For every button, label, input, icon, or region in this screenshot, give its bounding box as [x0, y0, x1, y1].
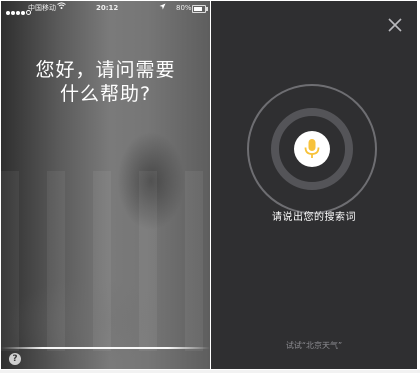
- voice-hint-text: 试试“北京天气”: [285, 341, 343, 350]
- carrier-name: 中国移动: [28, 4, 56, 12]
- location-arrow-icon: [159, 1, 166, 16]
- microphone-button[interactable]: [294, 131, 330, 167]
- voice-prompt-text: 请说出您的搜索词: [272, 212, 356, 223]
- greeting-line-1: 您好，请问需要: [35, 59, 176, 81]
- blurred-home-background: [1, 171, 210, 351]
- battery-icon: [192, 5, 208, 13]
- microphone-icon: [304, 139, 320, 158]
- listening-waveform: [1, 347, 210, 349]
- status-bar: 中国移动 20:12 80%: [1, 1, 210, 16]
- siri-greeting: 您好，请问需要 什么帮助?: [1, 58, 210, 106]
- greeting-line-2: 什么帮助?: [59, 83, 152, 105]
- close-icon[interactable]: [388, 17, 402, 32]
- wifi-icon: [57, 1, 66, 16]
- clock-time: 20:12: [96, 4, 119, 12]
- help-button[interactable]: ?: [9, 353, 21, 365]
- siri-screen: 中国移动 20:12 80% 您好，请问需要 什么帮助? ?: [1, 1, 210, 369]
- battery-percent: 80%: [176, 4, 192, 12]
- screenshot-frame: 中国移动 20:12 80% 您好，请问需要 什么帮助? ? 请说出您的搜索词 …: [0, 0, 420, 373]
- voice-search-screen: 请说出您的搜索词 试试“北京天气”: [211, 1, 417, 369]
